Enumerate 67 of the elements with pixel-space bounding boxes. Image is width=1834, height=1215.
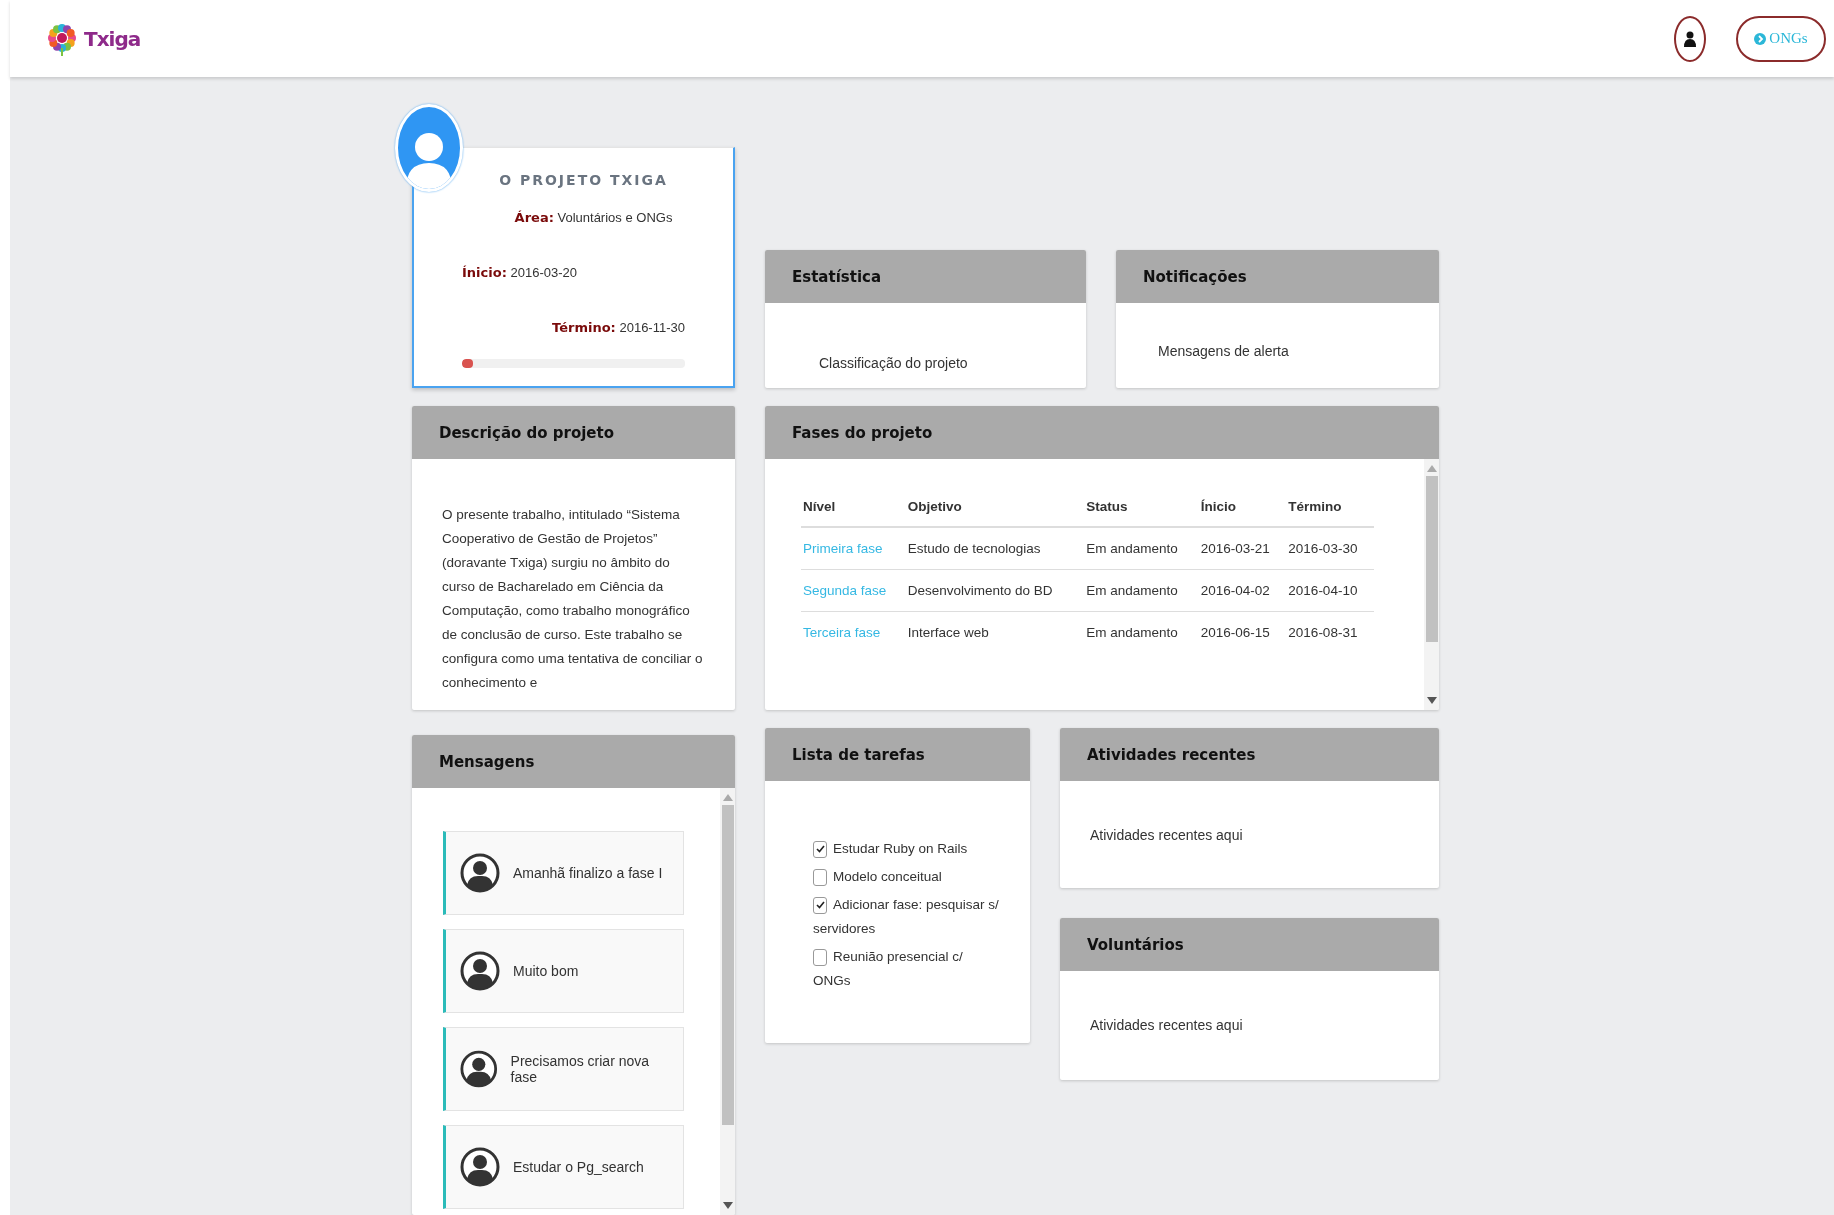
project-title: O PROJETO TXIGA (498, 172, 669, 188)
table-cell: 2016-04-10 (1286, 569, 1374, 612)
table-cell: Interface web (905, 611, 1085, 653)
person-icon (1684, 30, 1696, 47)
panel-title: Notificações (1116, 250, 1439, 303)
checkbox[interactable] (813, 840, 827, 858)
user-avatar-icon (460, 853, 500, 893)
task-item[interactable]: Reunião presencial c/ ONGs (813, 945, 1000, 993)
column-header: Objetivo (905, 499, 1085, 527)
message-card[interactable]: Amanhã finalizo a fase I (443, 831, 684, 915)
user-avatar-icon (460, 1049, 498, 1089)
table-cell: 2016-06-15 (1198, 611, 1287, 653)
user-button[interactable] (1674, 15, 1706, 62)
column-header: Término (1286, 499, 1374, 527)
scroll-down-icon[interactable] (1426, 697, 1437, 704)
task-item[interactable]: Estudar Ruby on Rails (813, 837, 1000, 861)
column-header: Ínicio (1198, 499, 1287, 527)
panel-text: Mensagens de alerta (1158, 343, 1290, 359)
task-item[interactable]: Modelo conceitual (813, 865, 1000, 889)
checkbox[interactable] (813, 896, 827, 914)
table-cell: 2016-08-31 (1286, 611, 1374, 653)
checkbox[interactable] (813, 948, 827, 966)
scroll-down-icon[interactable] (722, 1202, 733, 1209)
logo-text: Txiga (84, 26, 141, 51)
panel-text: Classificação do projeto (819, 355, 969, 371)
description-text: O presente trabalho, intitulado “Sistema Cooperativo de Gestão de Projetos” (doravante Txiga) surgiu no âmbito do curso de Bacharelado em Ciência da Computação, como trabalho monográfico de conclusão de curso. Este trabalho se configura como uma tentativa de conciliar o conhecimento e (441, 506, 704, 692)
chevron-circle-icon (1754, 32, 1767, 45)
message-text: Precisamos criar nova fase (510, 1053, 651, 1085)
task-item[interactable]: Adicionar fase: pesquisar s/ servidores (813, 893, 1000, 941)
message-text: Muito bom (513, 963, 579, 979)
scroll-up-icon[interactable] (1426, 465, 1437, 472)
table-cell: 2016-03-21 (1198, 527, 1287, 570)
scrollbar[interactable] (1424, 459, 1439, 710)
table-cell: Estudo de tecnologias (905, 527, 1085, 570)
panel-title: Estatística (765, 250, 1086, 303)
panel-text: Atividades recentes aqui (1090, 827, 1244, 843)
checkbox[interactable] (813, 868, 827, 886)
project-field: Ínicio: 2016-03-20 (462, 265, 577, 280)
panel-title: Atividades recentes (1060, 728, 1439, 781)
check-icon (815, 901, 825, 910)
panel-title: Lista de tarefas (765, 728, 1030, 781)
message-text: Amanhã finalizo a fase I (513, 865, 663, 881)
table-cell: 2016-03-30 (1286, 527, 1374, 570)
panel-title: Mensagens (412, 735, 735, 788)
message-card[interactable]: Estudar o Pg_search (443, 1125, 684, 1209)
user-avatar-icon (460, 1147, 500, 1187)
message-card[interactable]: Precisamos criar nova fase (443, 1027, 684, 1111)
column-header: Status (1084, 499, 1199, 527)
panel-title: Voluntários (1060, 918, 1439, 971)
panel-title: Descrição do projeto (412, 406, 735, 459)
panel-title: Fases do projeto (765, 406, 1439, 459)
table-cell: Desenvolvimento do BD (905, 569, 1085, 612)
panel-text: Atividades recentes aqui (1090, 1017, 1244, 1033)
user-avatar-icon (460, 951, 500, 991)
project-field: Término: 2016-11-30 (552, 320, 685, 335)
message-card[interactable]: Muito bom (443, 929, 684, 1013)
table-cell: Em andamento (1084, 569, 1199, 612)
column-header: Nível (801, 499, 906, 527)
project-field: Área: Voluntários e ONGs (514, 210, 673, 225)
scrollbar[interactable] (720, 788, 735, 1215)
table-cell: Em andamento (1084, 527, 1199, 570)
scroll-up-icon[interactable] (722, 794, 733, 801)
flower-logo-icon (46, 21, 78, 56)
message-text: Estudar o Pg_search (513, 1159, 644, 1175)
check-icon (815, 845, 825, 854)
table-cell: Em andamento (1084, 611, 1199, 653)
table-cell: 2016-04-02 (1198, 569, 1287, 612)
